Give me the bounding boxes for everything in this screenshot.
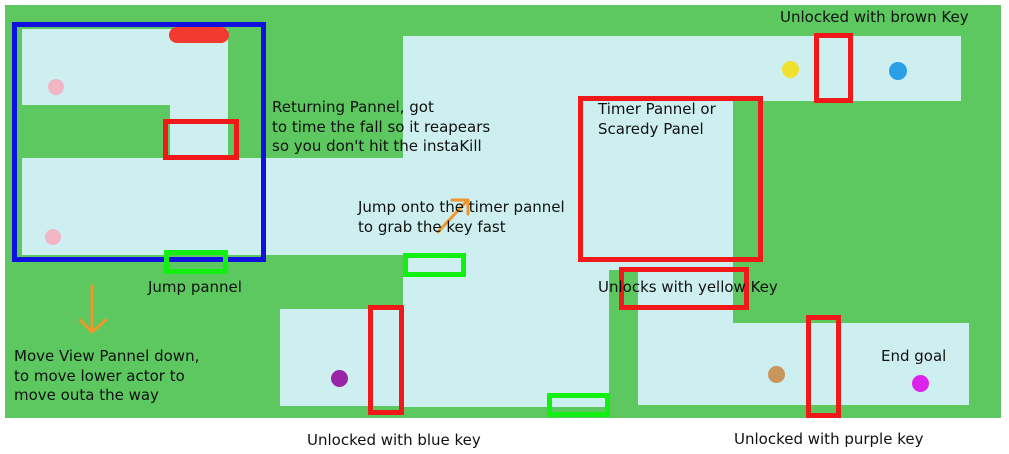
jump-timer-note: Jump onto the timer pannel to grab the k… — [358, 198, 565, 236]
room-top-main — [403, 36, 961, 101]
blue-key-door — [368, 305, 404, 415]
end-goal-marker — [912, 375, 929, 392]
blue-key-note: Unlocked with blue key — [307, 431, 481, 449]
yellow-key — [782, 61, 799, 78]
purple-key-door — [806, 315, 841, 418]
purple-key-note: Unlocked with purple key — [734, 430, 924, 448]
yellow-key-note: Unlocks with yellow Key — [598, 278, 778, 296]
purple-key — [331, 370, 348, 387]
jump-pad-bottom — [547, 393, 610, 417]
timer-panel-note: Timer Pannel or Scaredy Panel — [598, 100, 716, 138]
blue-key — [889, 62, 907, 80]
jump-pad-middle — [403, 253, 466, 277]
brown-key — [768, 366, 785, 383]
returning-panel-note: Returning Pannel, got to time the fall s… — [272, 98, 491, 155]
move-view-note: Move View Pannel down, to move lower act… — [14, 347, 200, 404]
down-arrow-icon — [78, 284, 108, 334]
jump-pannel-note: Jump pannel — [148, 278, 242, 296]
returning-panel — [163, 119, 239, 160]
brown-key-note: Unlocked with brown Key — [780, 8, 969, 26]
room-center-shaft — [403, 268, 609, 407]
jump-pad-left — [164, 250, 228, 274]
end-goal-note: End goal — [881, 347, 947, 365]
brown-key-door — [814, 33, 853, 103]
pink-actor-upper — [48, 79, 64, 95]
pink-actor-lower — [45, 229, 61, 245]
